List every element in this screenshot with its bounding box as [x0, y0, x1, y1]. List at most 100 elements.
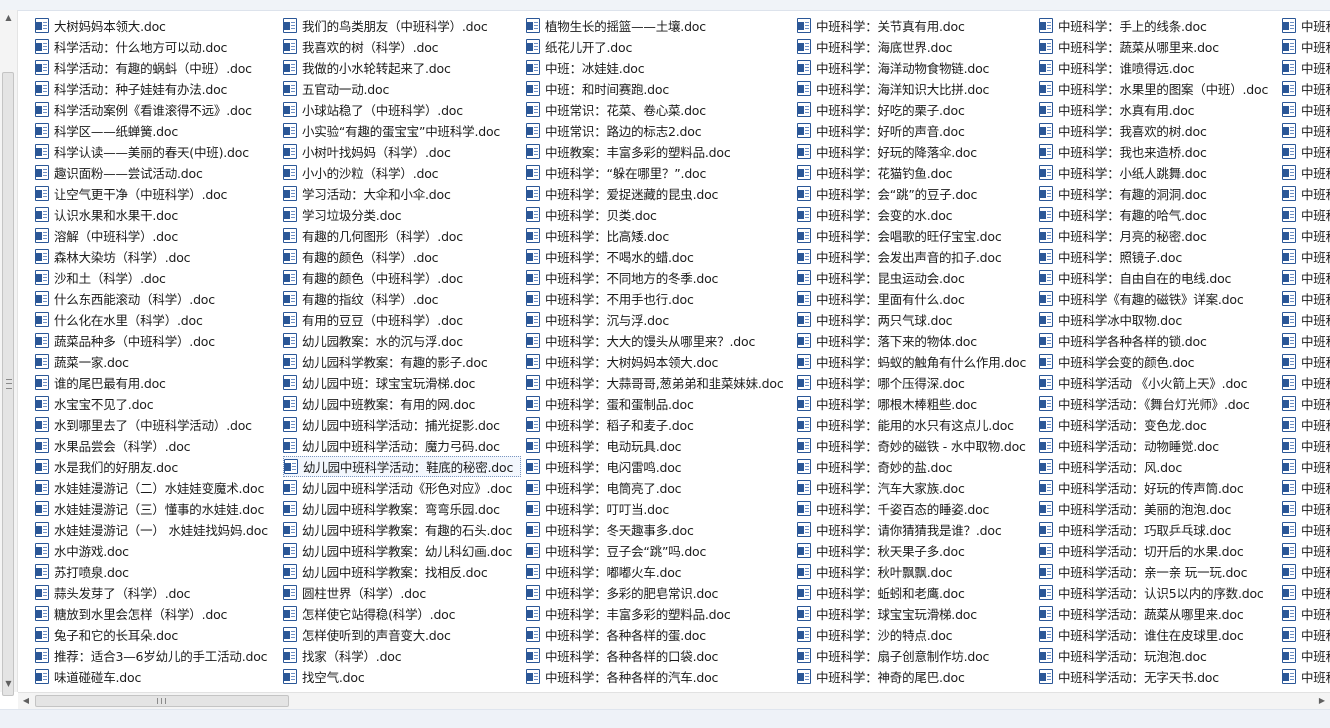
file-item[interactable]: 幼儿园中班科学教案：找相反.doc: [283, 561, 521, 582]
file-item[interactable]: 中班科学活动：玩泡泡.doc: [1039, 645, 1277, 666]
file-item[interactable]: 找空气.doc: [283, 666, 521, 687]
file-item[interactable]: 中班科学：两只气球.doc: [797, 309, 1035, 330]
file-item[interactable]: 中班科学：叮叮当.doc: [526, 498, 792, 519]
file-item[interactable]: 科学区——纸蝉簧.doc: [35, 120, 279, 141]
file-item[interactable]: 中班科学冰中取物.doc: [1039, 309, 1277, 330]
file-item[interactable]: 中班科学：好听的声音.doc: [797, 120, 1035, 141]
file-item[interactable]: 趣识面粉——尝试活动.doc: [35, 162, 279, 183]
file-item[interactable]: 中班科学: [1282, 78, 1330, 99]
file-item[interactable]: 中班科学：电筒亮了.doc: [526, 477, 792, 498]
file-item[interactable]: 五官动一动.doc: [283, 78, 521, 99]
file-item[interactable]: 中班科学：蚂蚁的触角有什么作用.doc: [797, 351, 1035, 372]
file-item[interactable]: 认识水果和水果干.doc: [35, 204, 279, 225]
file-item[interactable]: 中班科学: [1282, 393, 1330, 414]
file-item[interactable]: 幼儿园中班：球宝宝玩滑梯.doc: [283, 372, 521, 393]
file-item[interactable]: 什么东西能滚动（科学）.doc: [35, 288, 279, 309]
file-item[interactable]: 中班科学：我喜欢的树.doc: [1039, 120, 1277, 141]
file-item[interactable]: 中班科学活动：美丽的泡泡.doc: [1039, 498, 1277, 519]
file-item[interactable]: 水娃娃漫游记（三）懂事的水娃娃.doc: [35, 498, 279, 519]
file-item[interactable]: 科学活动：种子娃娃有办法.doc: [35, 78, 279, 99]
file-item[interactable]: 中班科学：月亮的秘密.doc: [1039, 225, 1277, 246]
file-item[interactable]: 中班科学活动：认识5以内的序数.doc: [1039, 582, 1277, 603]
file-item[interactable]: 水娃娃漫游记（二）水娃娃变魔术.doc: [35, 477, 279, 498]
file-item[interactable]: 中班科学：蛋和蛋制品.doc: [526, 393, 792, 414]
file-item[interactable]: 中班科学: [1282, 183, 1330, 204]
file-item[interactable]: 中班科学: [1282, 603, 1330, 624]
file-item[interactable]: 中班科学：落下来的物体.doc: [797, 330, 1035, 351]
file-item[interactable]: 中班：和时间赛跑.doc: [526, 78, 792, 99]
file-item[interactable]: 中班科学: [1282, 330, 1330, 351]
file-item[interactable]: 水果品尝会（科学）.doc: [35, 435, 279, 456]
file-item[interactable]: 中班科学: [1282, 456, 1330, 477]
file-item[interactable]: 大树妈妈本领大.doc: [35, 15, 279, 36]
file-item[interactable]: 中班科学：各种各样的口袋.doc: [526, 645, 792, 666]
file-item[interactable]: 中班科学: [1282, 498, 1330, 519]
file-item[interactable]: 中班科学：能用的水只有这点儿.doc: [797, 414, 1035, 435]
file-item[interactable]: 中班科学活动：好玩的传声筒.doc: [1039, 477, 1277, 498]
file-item[interactable]: 中班科学：昆虫运动会.doc: [797, 267, 1035, 288]
file-item[interactable]: 学习垃圾分类.doc: [283, 204, 521, 225]
vertical-scrollbar[interactable]: ▲ ▼: [0, 10, 18, 696]
file-item[interactable]: 中班科学活动：切开后的水果.doc: [1039, 540, 1277, 561]
file-item[interactable]: 中班科学：请你猜猜我是谁？.doc: [797, 519, 1035, 540]
file-item[interactable]: 中班科学：不喝水的蜡.doc: [526, 246, 792, 267]
file-item[interactable]: 中班科学：水果里的图案（中班）.doc: [1039, 78, 1277, 99]
file-item[interactable]: 我做的小水轮转起来了.doc: [283, 57, 521, 78]
scroll-down-arrow-icon[interactable]: ▼: [0, 676, 17, 692]
file-item[interactable]: 中班科学：奇妙的磁铁 - 水中取物.doc: [797, 435, 1035, 456]
file-item[interactable]: 中班科学: [1282, 519, 1330, 540]
file-item[interactable]: 纸花儿开了.doc: [526, 36, 792, 57]
file-item[interactable]: 中班科学：关节真有用.doc: [797, 15, 1035, 36]
file-item[interactable]: 小小的沙粒（科学）.doc: [283, 162, 521, 183]
file-item[interactable]: 中班科学：照镜子.doc: [1039, 246, 1277, 267]
file-item[interactable]: 中班科学：哪根木棒粗些.doc: [797, 393, 1035, 414]
file-item[interactable]: 中班科学: [1282, 99, 1330, 120]
scroll-up-arrow-icon[interactable]: ▲: [0, 10, 17, 26]
file-item[interactable]: 兔子和它的长耳朵.doc: [35, 624, 279, 645]
file-item[interactable]: 中班科学：球宝宝玩滑梯.doc: [797, 603, 1035, 624]
file-item[interactable]: 中班科学：会“跳”的豆子.doc: [797, 183, 1035, 204]
file-item[interactable]: 中班教案：丰富多彩的塑料品.doc: [526, 141, 792, 162]
file-item[interactable]: 中班科学：沙的特点.doc: [797, 624, 1035, 645]
file-item[interactable]: 水中游戏.doc: [35, 540, 279, 561]
file-item[interactable]: 有趣的指纹（科学）.doc: [283, 288, 521, 309]
file-item[interactable]: 中班科学: [1282, 246, 1330, 267]
file-item[interactable]: 中班科学: [1282, 477, 1330, 498]
file-item[interactable]: 找家（科学）.doc: [283, 645, 521, 666]
file-item[interactable]: 中班科学：比高矮.doc: [526, 225, 792, 246]
file-item[interactable]: 中班科学：冬天趣事多.doc: [526, 519, 792, 540]
file-item[interactable]: 中班科学：水真有用.doc: [1039, 99, 1277, 120]
file-item[interactable]: 中班科学会变的颜色.doc: [1039, 351, 1277, 372]
file-item[interactable]: 糖放到水里会怎样（科学）.doc: [35, 603, 279, 624]
file-item[interactable]: 中班：冰娃娃.doc: [526, 57, 792, 78]
file-item[interactable]: 蔬菜品种多（中班科学）.doc: [35, 330, 279, 351]
file-item[interactable]: 中班科学：好玩的降落伞.doc: [797, 141, 1035, 162]
file-item[interactable]: 中班科学: [1282, 162, 1330, 183]
file-item[interactable]: 中班科学活动：变色龙.doc: [1039, 414, 1277, 435]
file-item[interactable]: 水是我们的好朋友.doc: [35, 456, 279, 477]
file-item[interactable]: 中班科学：汽车大家族.doc: [797, 477, 1035, 498]
file-item[interactable]: 中班科学：会发出声音的扣子.doc: [797, 246, 1035, 267]
file-item[interactable]: 中班科学活动：谁住在皮球里.doc: [1039, 624, 1277, 645]
file-item[interactable]: 中班科学：各种各样的汽车.doc: [526, 666, 792, 687]
horizontal-scrollbar[interactable]: ◀ ▶: [18, 692, 1330, 709]
file-item[interactable]: 中班科学：花猫钓鱼.doc: [797, 162, 1035, 183]
file-item[interactable]: 中班科学：蔬菜从哪里来.doc: [1039, 36, 1277, 57]
file-item[interactable]: 中班科学活动：《舞台灯光师》.doc: [1039, 393, 1277, 414]
file-item[interactable]: 小树叶找妈妈（科学）.doc: [283, 141, 521, 162]
file-item[interactable]: 中班科学: [1282, 666, 1330, 687]
file-item[interactable]: 中班科学: [1282, 624, 1330, 645]
file-item[interactable]: 什么化在水里（科学）.doc: [35, 309, 279, 330]
file-item[interactable]: 沙和土（科学）.doc: [35, 267, 279, 288]
file-item[interactable]: 植物生长的摇篮——土壤.doc: [526, 15, 792, 36]
file-item[interactable]: 中班科学活动：亲一亲 玩一玩.doc: [1039, 561, 1277, 582]
file-item[interactable]: 中班科学：大大的馒头从哪里来？.doc: [526, 330, 792, 351]
file-item[interactable]: 中班科学: [1282, 141, 1330, 162]
file-item[interactable]: 中班科学：贝类.doc: [526, 204, 792, 225]
file-item[interactable]: 有用的豆豆（中班科学）.doc: [283, 309, 521, 330]
file-item[interactable]: 小实验“有趣的蛋宝宝”中班科学.doc: [283, 120, 521, 141]
file-item[interactable]: 蒜头发芽了（科学）.doc: [35, 582, 279, 603]
file-item[interactable]: 幼儿园科学教案：有趣的影子.doc: [283, 351, 521, 372]
file-item[interactable]: 中班科学：会变的水.doc: [797, 204, 1035, 225]
file-item[interactable]: 科学认读——美丽的春天(中班).doc: [35, 141, 279, 162]
